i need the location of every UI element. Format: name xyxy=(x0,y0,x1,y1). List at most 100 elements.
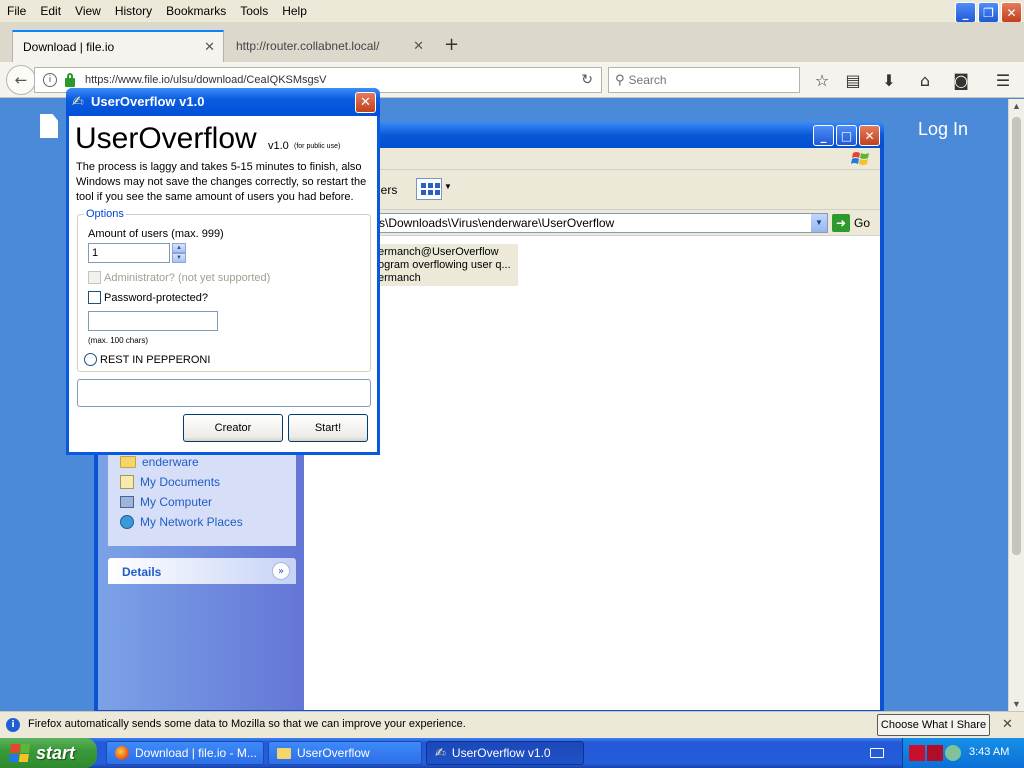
info-icon: i xyxy=(6,718,20,732)
app-version: v1.0 xyxy=(268,140,289,152)
scrollbar-thumb[interactable] xyxy=(1012,117,1021,555)
page-scrollbar[interactable]: ▲ ▼ xyxy=(1008,99,1024,711)
menu-history[interactable]: History xyxy=(108,4,159,18)
go-arrow-icon: ➜ xyxy=(832,214,850,232)
taskbar-button-explorer[interactable]: UserOverflow xyxy=(268,741,422,765)
password-protected-label: Password-protected? xyxy=(104,291,208,304)
checkbox-box xyxy=(88,291,101,304)
minimize-button[interactable]: _ xyxy=(955,2,976,23)
dialog-titlebar[interactable]: ✍ UserOverflow v1.0 ✕ xyxy=(66,88,380,116)
close-tab-icon[interactable]: ✕ xyxy=(204,40,215,55)
explorer-minimize-button[interactable]: _ xyxy=(813,125,834,146)
amount-label: Amount of users (max. 999) xyxy=(88,228,224,240)
go-button[interactable]: ➜ Go xyxy=(832,214,870,232)
reload-icon[interactable]: ↻ xyxy=(581,72,593,88)
explorer-maximize-button[interactable]: □ xyxy=(836,125,857,146)
window-controls: _ ❐ ✕ xyxy=(955,2,1022,23)
folder-icon xyxy=(277,747,291,759)
amount-spinner[interactable]: ▲ ▼ xyxy=(172,243,186,263)
tab-download-fileio[interactable]: Download | file.io ✕ xyxy=(12,30,224,62)
tray-app-icon[interactable] xyxy=(909,745,925,761)
creator-button[interactable]: Creator xyxy=(183,414,283,442)
menu-tools[interactable]: Tools xyxy=(233,4,275,18)
menu-bookmarks[interactable]: Bookmarks xyxy=(159,4,233,18)
pocket-icon[interactable]: ◙ xyxy=(950,69,972,91)
password-protected-checkbox[interactable]: Password-protected? xyxy=(88,291,208,304)
password-input[interactable] xyxy=(88,311,218,331)
checkbox-box xyxy=(88,271,101,284)
options-group: Options Amount of users (max. 999) ▲ ▼ A… xyxy=(77,208,371,372)
menu-file[interactable]: File xyxy=(0,4,33,18)
reading-list-icon[interactable]: ▤ xyxy=(842,69,864,91)
rest-in-pepperoni-radio[interactable]: REST IN PEPPERONI xyxy=(84,353,210,366)
tab-label: http://router.collabnet.local/ xyxy=(236,39,380,53)
menu-edit[interactable]: Edit xyxy=(33,4,68,18)
spin-down-icon[interactable]: ▼ xyxy=(172,253,186,263)
search-icon: ⚲ xyxy=(615,72,625,88)
amount-input[interactable] xyxy=(88,243,170,263)
start-button[interactable]: start xyxy=(0,738,97,768)
app-icon: ✍ xyxy=(435,745,446,761)
search-input[interactable] xyxy=(628,73,789,87)
keyboard-icon[interactable] xyxy=(870,748,884,758)
views-icon[interactable] xyxy=(416,178,442,200)
network-places-icon xyxy=(120,515,134,529)
home-icon[interactable]: ⌂ xyxy=(914,69,936,91)
windows-logo-icon xyxy=(8,744,32,762)
file-document-icon xyxy=(40,114,58,138)
hamburger-menu-icon[interactable]: ☰ xyxy=(992,69,1014,91)
back-button[interactable]: ← xyxy=(6,65,36,95)
menu-help[interactable]: Help xyxy=(275,4,314,18)
taskbar-button-useroverflow[interactable]: ✍ UserOverflow v1.0 xyxy=(426,741,584,765)
login-link[interactable]: Log In xyxy=(918,119,968,140)
telemetry-notification-bar: i Firefox automatically sends some data … xyxy=(0,711,1024,738)
address-dropdown-icon[interactable]: ▼ xyxy=(811,214,827,232)
file-item-useroverflow[interactable]: ermanch@UserOverflow ogram overflowing u… xyxy=(374,244,518,286)
place-my-network-places[interactable]: My Network Places xyxy=(120,512,284,532)
tray-app-icon[interactable] xyxy=(927,745,943,761)
chevron-down-icon[interactable]: » xyxy=(272,562,290,580)
notification-text: Firefox automatically sends some data to… xyxy=(28,718,466,730)
dialog-close-button[interactable]: ✕ xyxy=(355,92,376,113)
views-dropdown-icon[interactable]: ▼ xyxy=(444,182,452,191)
max-chars-label: (max. 100 chars) xyxy=(88,336,149,345)
taskbar-button-firefox[interactable]: Download | file.io - M... xyxy=(106,741,264,765)
tab-router[interactable]: http://router.collabnet.local/ ✕ xyxy=(226,30,432,62)
place-my-computer[interactable]: My Computer xyxy=(120,492,284,512)
scroll-up-icon[interactable]: ▲ xyxy=(1012,101,1021,111)
start-button[interactable]: Start! xyxy=(288,414,368,442)
new-tab-icon[interactable]: + xyxy=(444,34,459,55)
bookmark-star-icon[interactable]: ☆ xyxy=(811,69,833,91)
site-info-icon[interactable]: i xyxy=(43,73,57,87)
firefox-menubar: File Edit View History Bookmarks Tools H… xyxy=(0,0,1024,23)
start-label: start xyxy=(36,742,76,763)
scroll-down-icon[interactable]: ▼ xyxy=(1012,699,1021,709)
administrator-checkbox[interactable]: Administrator? (not yet supported) xyxy=(88,271,270,284)
search-bar[interactable]: ⚲ xyxy=(608,67,800,93)
url-text[interactable]: https://www.file.io/ulsu/download/CeaIQK… xyxy=(85,74,327,86)
tray-network-icon[interactable] xyxy=(945,745,961,761)
radio-label: REST IN PEPPERONI xyxy=(100,353,211,366)
details-panel-header[interactable]: Details » xyxy=(108,558,296,584)
app-heading: UserOverflow xyxy=(75,122,257,155)
close-tab-icon[interactable]: ✕ xyxy=(413,39,424,54)
menu-view[interactable]: View xyxy=(68,4,108,18)
close-window-button[interactable]: ✕ xyxy=(1001,2,1022,23)
choose-what-i-share-button[interactable]: Choose What I Share xyxy=(877,714,990,736)
explorer-close-button[interactable]: ✕ xyxy=(859,125,880,146)
downloads-icon[interactable]: ⬇ xyxy=(878,69,900,91)
tab-label: Download | file.io xyxy=(23,40,115,54)
app-icon: ✍ xyxy=(72,94,84,110)
spin-up-icon[interactable]: ▲ xyxy=(172,243,186,253)
restore-button[interactable]: ❐ xyxy=(978,2,999,23)
useroverflow-dialog: ✍ UserOverflow v1.0 ✕ UserOverflow v1.0 … xyxy=(66,88,380,455)
close-notification-icon[interactable]: ✕ xyxy=(1002,717,1013,732)
clock[interactable]: 3:43 AM xyxy=(969,746,1009,758)
details-title: Details xyxy=(122,565,162,579)
place-enderware[interactable]: enderware xyxy=(120,452,284,472)
place-my-documents[interactable]: My Documents xyxy=(120,472,284,492)
tab-strip: Download | file.io ✕ http://router.colla… xyxy=(0,22,1024,62)
progress-bar xyxy=(77,379,371,407)
system-tray: 3:43 AM xyxy=(902,738,1024,768)
folder-icon xyxy=(120,456,136,468)
